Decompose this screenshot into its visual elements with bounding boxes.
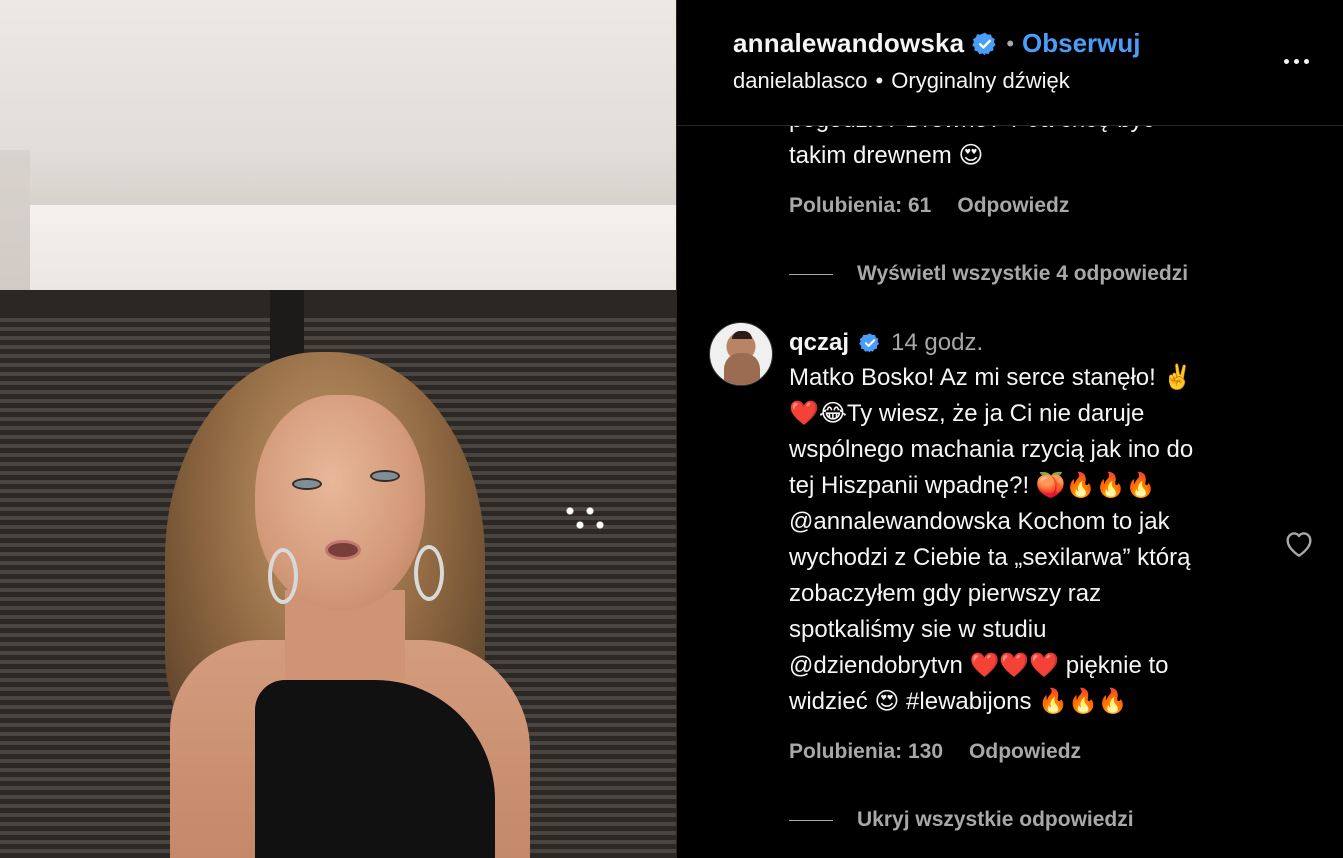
- comment-text-line: wspólnego machania rzycią jak ino do: [789, 436, 1194, 463]
- video-person-eye: [292, 478, 322, 490]
- heart-outline-icon: [1286, 532, 1312, 557]
- previous-comment-text: takim drewnem 😍: [789, 142, 984, 169]
- post-author-row: annalewandowska • Obserwuj: [733, 28, 1141, 59]
- comment-author-row: qczaj 14 godz.: [789, 326, 1289, 360]
- thread-line: [789, 819, 833, 821]
- video-person-eye: [370, 470, 400, 482]
- more-options-icon[interactable]: [1276, 48, 1316, 74]
- post-video[interactable]: [0, 0, 676, 858]
- view-all-replies-button[interactable]: Wyświetl wszystkie 4 odpowiedzi: [789, 262, 1188, 286]
- video-ceiling-lights: [560, 505, 620, 535]
- audio-author[interactable]: danielablasco: [733, 68, 868, 94]
- post-header: annalewandowska • Obserwuj danielablasco…: [677, 0, 1343, 126]
- comment-meta: Polubienia: 130 Odpowiedz: [789, 740, 1289, 764]
- video-person-earring: [414, 545, 444, 601]
- more-dot: [1283, 58, 1289, 64]
- previous-comment-reply-button[interactable]: Odpowiedz: [957, 194, 1069, 218]
- comment-text-line: ❤️😂Ty wiesz, że ja Ci nie daruje: [789, 400, 1145, 427]
- header-separator: •: [1006, 30, 1015, 56]
- comment-reply-button[interactable]: Odpowiedz: [969, 740, 1081, 764]
- video-ceiling: [0, 0, 676, 215]
- avatar-hair: [732, 331, 752, 339]
- hide-all-replies-label: Ukryj wszystkie odpowiedzi: [857, 808, 1134, 831]
- instagram-post-view: pogodzić? Drewno? ? Ja chcę być takim dr…: [0, 0, 1343, 858]
- comment-username[interactable]: qczaj: [789, 326, 849, 360]
- post-author-username[interactable]: annalewandowska: [733, 28, 964, 59]
- video-person-mouth: [325, 540, 361, 560]
- comment-body: qczaj 14 godz. Matko Bosko! Az mi serce …: [789, 326, 1289, 764]
- follow-button[interactable]: Obserwuj: [1022, 28, 1140, 59]
- comment-text-line-hashtag[interactable]: widzieć 😍 #lewabijons 🔥🔥🔥: [789, 684, 1289, 720]
- video-wall-beam: [0, 205, 676, 295]
- comment-text-line: wychodzi z Ciebie ta „sexilarwa” którą: [789, 544, 1191, 571]
- more-dot: [1293, 58, 1299, 64]
- comment-likes[interactable]: Polubienia: 130: [789, 740, 943, 764]
- video-valance: [0, 290, 676, 318]
- verified-badge-icon: [972, 31, 998, 57]
- verified-badge-icon: [857, 330, 883, 356]
- comment-text-line: tej Hiszpanii wpadnę?! 🍑🔥🔥🔥: [789, 472, 1156, 499]
- avatar-body: [724, 353, 760, 385]
- view-all-replies-label: Wyświetl wszystkie 4 odpowiedzi: [857, 262, 1189, 285]
- audio-separator: •: [875, 68, 884, 93]
- audio-info-row[interactable]: danielablasco • Oryginalny dźwięk: [733, 68, 1070, 94]
- audio-title[interactable]: Oryginalny dźwięk: [891, 68, 1070, 94]
- comment-text-line-mention[interactable]: @annalewandowska Kochom to jak: [789, 504, 1289, 540]
- previous-comment-meta: Polubienia: 61 Odpowiedz: [789, 194, 1289, 218]
- more-dot: [1303, 58, 1309, 64]
- comment-text-line: Matko Bosko! Az mi serce stanęło! ✌️: [789, 364, 1193, 391]
- comment-text-line: spotkaliśmy sie w studiu: [789, 616, 1047, 643]
- comment-text-line: zobaczyłem gdy pierwszy raz: [789, 580, 1102, 607]
- comments-panel: pogodzić? Drewno? ? Ja chcę być takim dr…: [676, 0, 1343, 858]
- video-person-earring: [268, 548, 298, 604]
- hide-all-replies-button[interactable]: Ukryj wszystkie odpowiedzi: [789, 808, 1134, 832]
- comments-scroll-area[interactable]: pogodzić? Drewno? ? Ja chcę być takim dr…: [677, 0, 1343, 858]
- comment-text-line-mention[interactable]: @dziendobrytvn ❤️❤️❤️ pięknie to: [789, 648, 1289, 684]
- previous-comment-likes[interactable]: Polubienia: 61: [789, 194, 931, 218]
- like-comment-button[interactable]: [1283, 528, 1317, 560]
- avatar[interactable]: [709, 322, 773, 386]
- thread-line: [789, 273, 833, 275]
- comment-timestamp: 14 godz.: [891, 329, 984, 356]
